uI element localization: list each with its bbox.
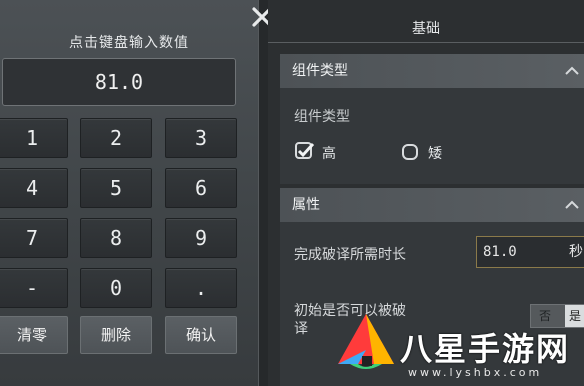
key-6[interactable]: 6: [165, 168, 237, 208]
key-9[interactable]: 9: [165, 218, 237, 258]
key-8[interactable]: 8: [80, 218, 152, 258]
attribute-header-label: 属性: [292, 197, 320, 213]
key-1[interactable]: 1: [0, 118, 68, 158]
checkbox-checked-icon: [295, 142, 315, 159]
key-3[interactable]: 3: [165, 118, 237, 158]
option-high[interactable]: 高: [294, 140, 354, 164]
watermark-url: www.lyshbx.com: [408, 366, 543, 379]
crack-time-input[interactable]: 81.0 秒: [476, 236, 584, 268]
component-type-label: 组件类型: [294, 109, 350, 125]
chevron-up-icon: [565, 200, 579, 209]
panel-title: 基础: [268, 16, 584, 43]
crack-time-value: 81.0: [483, 244, 517, 260]
checkbox-unchecked-icon: [402, 144, 418, 160]
delete-button[interactable]: 删除: [80, 316, 152, 354]
numeric-keypad-panel: 点击键盘输入数值 81.0 1 2 3 4 5 6 7 8 9 - 0 . 清零…: [0, 0, 259, 386]
key-minus[interactable]: -: [0, 268, 68, 308]
can-be-cracked-label-cont: 译: [294, 321, 308, 337]
component-type-body: [280, 88, 584, 184]
key-7[interactable]: 7: [0, 218, 68, 258]
key-4[interactable]: 4: [0, 168, 68, 208]
crack-time-label: 完成破译所需时长: [294, 247, 406, 263]
watermark-text: 八星手游网: [400, 330, 571, 368]
key-5[interactable]: 5: [80, 168, 152, 208]
key-2[interactable]: 2: [80, 118, 152, 158]
chevron-up-icon: [565, 66, 579, 75]
keypad-display: 81.0: [2, 58, 236, 106]
attribute-header[interactable]: 属性: [280, 188, 584, 222]
key-0[interactable]: 0: [80, 268, 152, 308]
component-type-header[interactable]: 组件类型: [280, 54, 584, 88]
option-low[interactable]: 矮: [400, 140, 460, 164]
component-type-header-label: 组件类型: [292, 63, 348, 79]
option-low-label: 矮: [428, 146, 442, 162]
keypad-title: 点击键盘输入数值: [69, 35, 189, 51]
crack-time-unit: 秒: [569, 244, 583, 260]
key-decimal[interactable]: .: [165, 268, 237, 308]
option-high-label: 高: [322, 146, 336, 162]
clear-button[interactable]: 清零: [0, 316, 68, 354]
confirm-button[interactable]: 确认: [165, 316, 237, 354]
